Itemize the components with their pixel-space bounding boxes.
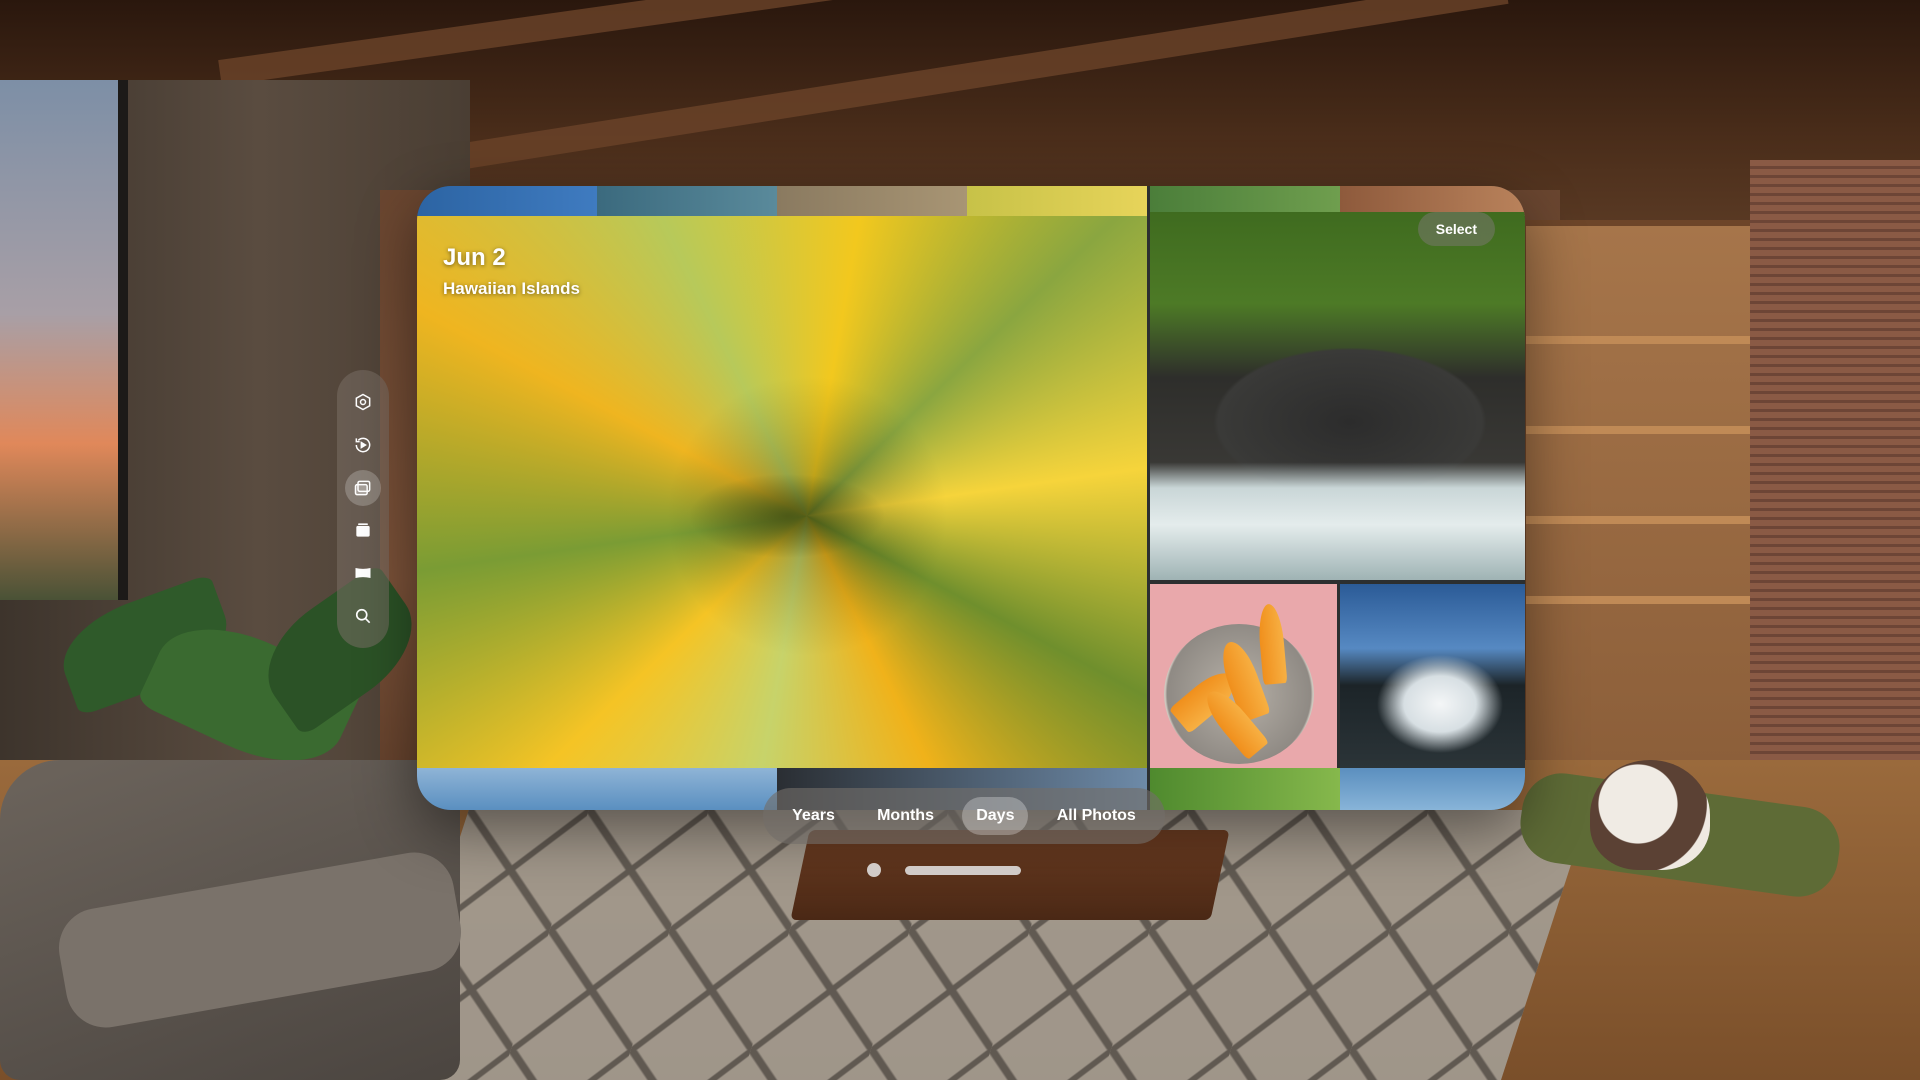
library-icon <box>354 480 371 496</box>
albums-icon <box>356 523 370 538</box>
thumbnail-top[interactable] <box>597 186 777 216</box>
tab-bar <box>337 370 389 648</box>
tab-panoramas[interactable] <box>345 555 381 591</box>
segment-all-photos[interactable]: All Photos <box>1043 797 1150 835</box>
view-switcher: Years Months Days All Photos <box>763 788 1165 844</box>
dog <box>1590 760 1710 870</box>
thumbnail-bottom[interactable] <box>417 768 777 810</box>
photo-coastline[interactable] <box>1150 212 1525 580</box>
tab-apps[interactable] <box>345 384 381 420</box>
bookshelf <box>1520 220 1762 792</box>
segment-days[interactable]: Days <box>962 797 1029 835</box>
photos-window: Jun 2 Hawaiian Islands Select <box>417 186 1525 810</box>
photo-melon[interactable] <box>1150 584 1337 768</box>
segment-months[interactable]: Months <box>863 797 948 835</box>
tab-search[interactable] <box>345 598 381 634</box>
apps-icon <box>355 393 371 411</box>
segment-years[interactable]: Years <box>778 797 849 835</box>
thumbnail-bottom[interactable] <box>1340 768 1525 810</box>
window-blinds <box>1750 160 1920 820</box>
window-move-handle[interactable] <box>905 866 1021 875</box>
tab-albums[interactable] <box>345 512 381 548</box>
memories-icon <box>355 437 371 453</box>
day-location: Hawaiian Islands <box>443 279 580 298</box>
tab-memories[interactable] <box>345 427 381 463</box>
thumbnail-top[interactable] <box>417 186 597 216</box>
search-icon <box>355 608 371 624</box>
thumbnail-bottom[interactable] <box>1150 768 1340 810</box>
window <box>0 80 128 600</box>
day-date: Jun 2 <box>443 244 506 271</box>
tab-library[interactable] <box>345 469 381 506</box>
panorama-icon <box>355 568 371 579</box>
window-close-dot[interactable] <box>867 863 881 877</box>
photo-waves[interactable] <box>1340 584 1525 768</box>
select-button[interactable]: Select <box>1417 212 1495 246</box>
thumbnail-top[interactable] <box>967 186 1147 216</box>
thumbnail-top[interactable] <box>777 186 967 216</box>
